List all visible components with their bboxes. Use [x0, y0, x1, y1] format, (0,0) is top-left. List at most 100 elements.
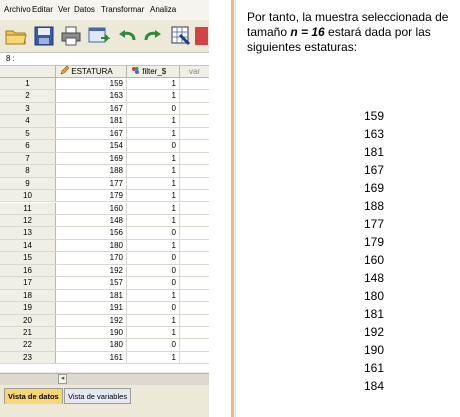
cell-var[interactable] [180, 140, 209, 151]
row-number[interactable]: 13 [0, 227, 56, 239]
row-number[interactable]: 23 [0, 351, 56, 364]
cell-filter[interactable]: 0 [127, 140, 180, 152]
cell-estatura[interactable]: 188 [56, 165, 127, 177]
cell-var[interactable] [180, 78, 209, 89]
cell-estatura[interactable]: 154 [56, 140, 127, 152]
row-number[interactable]: 11 [0, 202, 56, 214]
table-row[interactable]: 2 163 1 [0, 90, 209, 103]
cell-filter[interactable]: 0 [127, 302, 180, 314]
table-row[interactable]: 12 148 1 [0, 214, 209, 228]
cell-estatura[interactable]: 180 [56, 239, 127, 252]
cell-filter[interactable]: 1 [127, 90, 180, 102]
cell-var[interactable] [180, 339, 209, 350]
cell-filter[interactable]: 0 [127, 252, 180, 264]
cell-var[interactable] [180, 290, 209, 301]
cell-var[interactable] [180, 103, 209, 114]
row-number[interactable]: 2 [0, 90, 56, 102]
table-row[interactable]: 1 159 1 [0, 78, 209, 91]
table-row[interactable]: 19 191 0 [0, 302, 209, 315]
cell-var[interactable] [180, 315, 209, 326]
cell-filter[interactable]: 0 [127, 339, 180, 351]
cell-var[interactable] [180, 178, 209, 189]
row-number[interactable]: 6 [0, 140, 56, 152]
row-number[interactable]: 3 [0, 102, 56, 115]
table-row[interactable]: 17 157 0 [0, 277, 209, 290]
menu-ver[interactable]: Ver [58, 5, 70, 14]
column-header-var[interactable]: var [180, 66, 209, 78]
table-row[interactable]: 21 190 1 [0, 327, 209, 340]
cell-estatura[interactable]: 167 [56, 102, 127, 115]
cell-estatura[interactable]: 181 [56, 289, 127, 302]
cell-var[interactable] [180, 203, 209, 214]
cell-estatura[interactable]: 156 [56, 227, 127, 239]
cell-estatura[interactable]: 179 [56, 190, 127, 202]
cell-filter[interactable]: 1 [127, 314, 180, 326]
dialog-recall-icon[interactable] [86, 24, 112, 48]
cell-estatura[interactable]: 192 [56, 314, 127, 326]
cell-var[interactable] [180, 165, 209, 176]
cell-filter[interactable]: 1 [127, 239, 180, 252]
cell-estatura[interactable]: 177 [56, 177, 127, 190]
row-number[interactable]: 8 [0, 165, 56, 177]
cell-var[interactable] [180, 215, 209, 226]
cell-estatura[interactable]: 170 [56, 252, 127, 264]
cell-estatura[interactable]: 163 [56, 90, 127, 102]
cell-estatura[interactable]: 159 [56, 78, 127, 90]
cell-var[interactable] [180, 227, 209, 238]
table-row[interactable]: 5 167 1 [0, 127, 209, 141]
table-row[interactable]: 11 160 1 [0, 202, 209, 215]
cell-filter[interactable]: 0 [127, 102, 180, 115]
row-number[interactable]: 14 [0, 239, 56, 252]
tab-data-view[interactable]: Vista de datos [4, 388, 63, 404]
cell-var[interactable] [180, 128, 209, 139]
redo-icon[interactable] [140, 24, 166, 48]
row-number[interactable]: 16 [0, 264, 56, 277]
cell-filter[interactable]: 0 [127, 277, 180, 289]
cell-var[interactable] [180, 252, 209, 263]
cell-estatura[interactable]: 167 [56, 127, 127, 140]
menu-transformar[interactable]: Transformar [101, 5, 144, 14]
cell-estatura[interactable]: 181 [56, 115, 127, 127]
tab-variable-view[interactable]: Vista de variables [64, 388, 132, 404]
table-row[interactable]: 3 167 0 [0, 102, 209, 116]
cell-filter[interactable]: 1 [127, 152, 180, 165]
menu-datos[interactable]: Datos [74, 5, 95, 14]
row-number[interactable]: 18 [0, 289, 56, 302]
cell-filter[interactable]: 1 [127, 351, 180, 364]
cell-var[interactable] [180, 190, 209, 201]
row-number[interactable]: 5 [0, 127, 56, 140]
cell-estatura[interactable]: 169 [56, 152, 127, 165]
cell-filter[interactable]: 1 [127, 214, 180, 227]
row-number[interactable]: 19 [0, 302, 56, 314]
cell-var[interactable] [180, 115, 209, 126]
cell-estatura[interactable]: 148 [56, 214, 127, 227]
table-row[interactable]: 18 181 1 [0, 289, 209, 303]
save-disk-icon[interactable] [31, 24, 57, 48]
row-number[interactable]: 10 [0, 190, 56, 202]
table-row[interactable]: 7 169 1 [0, 152, 209, 166]
table-row[interactable]: 22 180 0 [0, 339, 209, 352]
cell-filter[interactable]: 1 [127, 165, 180, 177]
cell-estatura[interactable]: 160 [56, 202, 127, 214]
cell-filter[interactable]: 1 [127, 190, 180, 202]
row-number[interactable]: 1 [0, 78, 56, 90]
table-row[interactable]: 15 170 0 [0, 252, 209, 265]
menu-editar[interactable]: Editar [32, 5, 53, 14]
table-row[interactable]: 4 181 1 [0, 115, 209, 128]
print-icon[interactable] [58, 24, 84, 48]
cell-var[interactable] [180, 90, 209, 101]
column-header-filter[interactable]: filter_$ [127, 66, 180, 78]
row-number[interactable]: 20 [0, 314, 56, 326]
cell-estatura[interactable]: 161 [56, 351, 127, 364]
cell-estatura[interactable]: 192 [56, 264, 127, 277]
row-number[interactable]: 9 [0, 177, 56, 190]
cell-estatura[interactable]: 191 [56, 302, 127, 314]
row-number[interactable]: 15 [0, 252, 56, 264]
table-row[interactable]: 10 179 1 [0, 190, 209, 203]
row-number[interactable]: 17 [0, 277, 56, 289]
open-folder-icon[interactable] [3, 24, 29, 48]
cell-var[interactable] [180, 352, 209, 363]
cell-var[interactable] [180, 277, 209, 288]
table-row[interactable]: 6 154 0 [0, 140, 209, 153]
cell-estatura[interactable]: 190 [56, 327, 127, 339]
